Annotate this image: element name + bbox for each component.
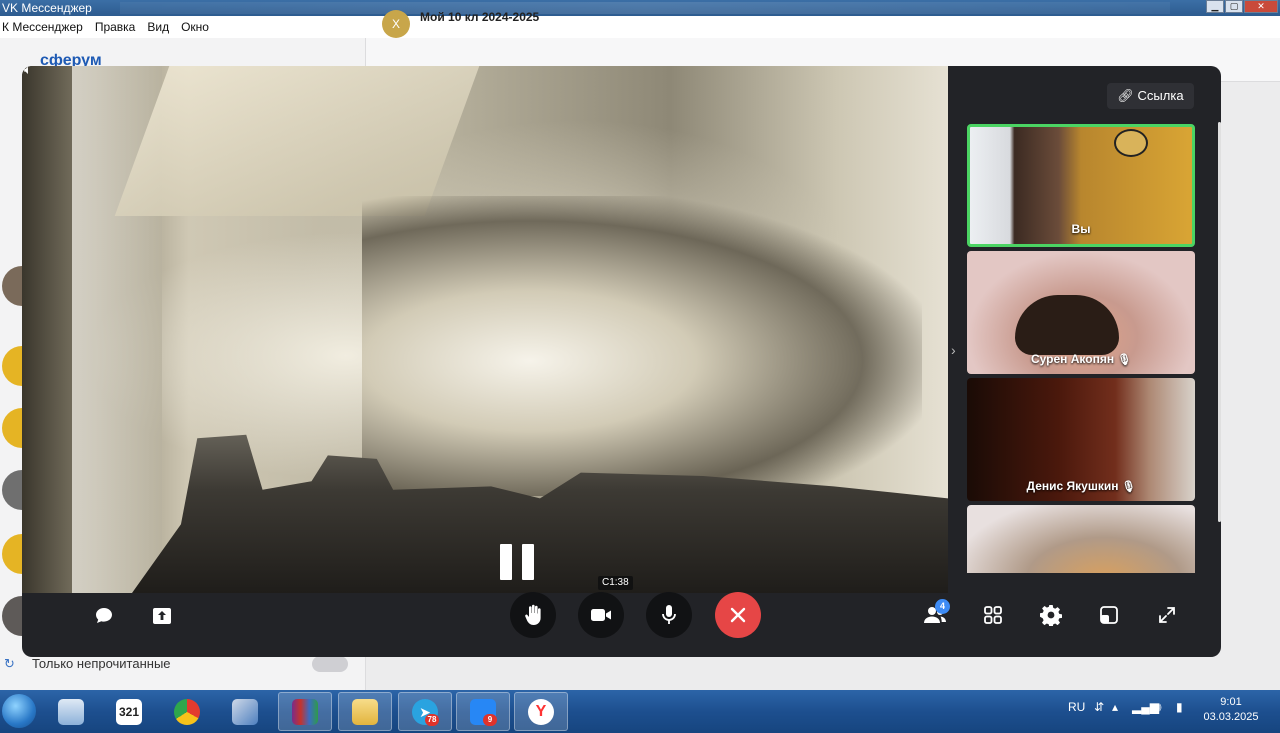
close-window-button[interactable]: ✕: [1244, 0, 1278, 13]
microphone-button[interactable]: [646, 592, 692, 638]
chat-bubble-icon: [96, 608, 112, 623]
yandex-icon: Y: [528, 698, 554, 725]
menu-item-window[interactable]: Окно: [181, 20, 209, 34]
video-scene-people: [362, 196, 922, 496]
participant-name: Вы: [1071, 222, 1091, 236]
pause-bar: [500, 544, 512, 580]
picture-in-picture-icon: [1100, 606, 1118, 624]
messenger-unread-badge: 9: [483, 714, 497, 726]
call-timer: С1:38: [598, 576, 633, 590]
participant-tile[interactable]: [967, 505, 1195, 573]
volume-icon[interactable]: 🔊︎: [1154, 700, 1162, 715]
participant-name: Денис Якушкин 🎙︎: [1026, 479, 1136, 493]
pause-button[interactable]: [500, 544, 534, 580]
only-unread-label: Только непрочитанные: [32, 656, 171, 671]
link-button-label: Ссылка: [1137, 88, 1184, 103]
end-call-button[interactable]: [715, 592, 761, 638]
chevron-right-icon[interactable]: ›: [951, 342, 956, 358]
menu-item-view[interactable]: Вид: [147, 20, 169, 34]
participant-name: Сурен Акопян 🎙︎: [1030, 352, 1132, 366]
network-icon: [232, 698, 258, 725]
link-button[interactable]: 🔗︎ Ссылка: [1107, 83, 1194, 109]
participant-tile-self[interactable]: Вы: [967, 124, 1195, 247]
computer-icon: [58, 698, 84, 725]
menu-item-edit[interactable]: Правка: [95, 20, 136, 34]
power-icon[interactable]: ▮: [1176, 700, 1183, 714]
maximize-button[interactable]: ▢: [1225, 0, 1243, 13]
taskbar-app-chrome[interactable]: [160, 692, 214, 731]
menu-bar: К Мессенджер Правка Вид Окно: [0, 16, 1280, 38]
minimize-button[interactable]: ▁: [1206, 0, 1224, 13]
calendar-icon: 321: [116, 698, 142, 725]
taskbar-app-vk-messenger[interactable]: 9: [456, 692, 510, 731]
language-indicator[interactable]: RU: [1068, 700, 1085, 714]
picture-in-picture-button[interactable]: [1098, 604, 1120, 626]
camera-button[interactable]: [578, 592, 624, 638]
archive-icon: [292, 698, 318, 725]
folder-icon: [352, 698, 378, 725]
settings-button[interactable]: [1040, 604, 1062, 626]
link-icon: 🔗︎: [1117, 88, 1134, 103]
share-screen-button[interactable]: [150, 604, 174, 628]
window-controls: ▁ ▢ ✕: [1206, 0, 1278, 14]
tile-background-clock: [1114, 129, 1148, 157]
taskbar-app-calendar[interactable]: 321: [102, 692, 156, 731]
participant-video: [1015, 295, 1119, 355]
only-unread-toggle[interactable]: [312, 656, 348, 672]
shared-video[interactable]: 🔈︎ С1:38: [22, 66, 948, 593]
system-date: 03.03.2025: [1203, 711, 1259, 723]
filter-icon: ↻: [4, 656, 15, 671]
start-button[interactable]: [2, 694, 36, 728]
expand-icon: [1159, 607, 1175, 623]
chat-avatar: Х: [382, 10, 410, 38]
telegram-unread-badge: 78: [425, 714, 439, 726]
os-taskbar: 321 ➤ 78 9 Y RU ⇵ ▴ ▂▄▆ 🔊︎ ▮ 9:01 03.03.…: [0, 690, 1280, 733]
window-title: VK Мессенджер: [2, 1, 92, 15]
taskbar-app-explorer[interactable]: [338, 692, 392, 731]
mic-off-icon: 🎙︎: [1117, 354, 1132, 366]
grid-view-button[interactable]: [982, 604, 1004, 626]
keyboard-icon[interactable]: ⇵: [1094, 700, 1104, 714]
camera-icon: [591, 609, 611, 621]
mic-off-icon: 🎙︎: [1121, 481, 1136, 493]
close-icon: [730, 607, 746, 623]
chrome-icon: [174, 698, 200, 725]
window-title-bar[interactable]: VK Мессенджер ▁ ▢ ✕: [0, 0, 1280, 16]
menu-item-app[interactable]: К Мессенджер: [2, 20, 83, 34]
video-call-panel: 🔈︎ С1:38 🔗︎ Ссылка › Вы Сурен Акопян 🎙︎ Д…: [22, 66, 1221, 657]
raise-hand-button[interactable]: [510, 592, 556, 638]
share-screen-icon: [153, 608, 171, 624]
participant-tile[interactable]: Сурен Акопян 🎙︎: [967, 251, 1195, 374]
pause-bar: [522, 544, 534, 580]
taskbar-app-winrar[interactable]: [278, 692, 332, 731]
microphone-icon: [662, 605, 676, 624]
taskbar-app-telegram[interactable]: ➤ 78: [398, 692, 452, 731]
gear-icon: [1040, 605, 1062, 626]
show-hidden-icons[interactable]: ▴: [1112, 700, 1118, 714]
video-scene-ceiling: [114, 66, 480, 216]
system-time: 9:01: [1220, 696, 1242, 708]
fullscreen-button[interactable]: [1156, 604, 1178, 626]
taskbar-app-yandex[interactable]: Y: [514, 692, 568, 731]
hand-icon: [525, 604, 541, 625]
screen: VK Мессенджер ▁ ▢ ✕ К Мессенджер Правка …: [0, 0, 1280, 733]
title-bar-tabs: [120, 2, 1170, 14]
taskbar-app-computer[interactable]: [44, 692, 98, 731]
participants-scrollbar[interactable]: [1218, 122, 1221, 522]
participant-tile[interactable]: Денис Якушкин 🎙︎: [967, 378, 1195, 501]
participant-count-badge: 4: [935, 599, 950, 614]
speaker-icon[interactable]: 🔈︎: [24, 66, 32, 78]
chat-button[interactable]: [92, 604, 116, 628]
system-clock[interactable]: 9:01 03.03.2025: [1200, 695, 1262, 725]
chat-title[interactable]: Мой 10 кл 2024-2025: [420, 10, 539, 24]
taskbar-app-network[interactable]: [218, 692, 272, 731]
grid-icon: [984, 606, 1002, 624]
